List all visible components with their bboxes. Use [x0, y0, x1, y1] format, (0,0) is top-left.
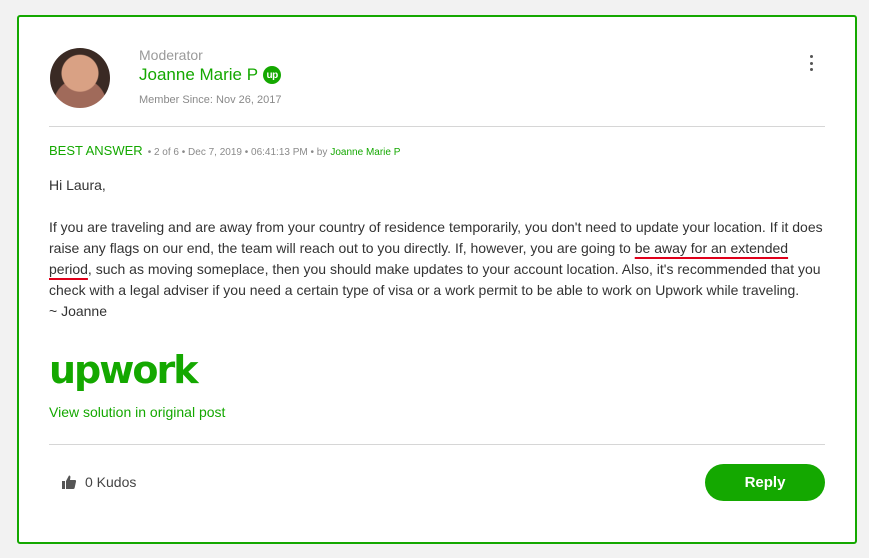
signoff: ~ Joanne	[49, 303, 107, 319]
upwork-badge-icon: up	[263, 66, 282, 84]
more-options-icon[interactable]	[807, 55, 815, 71]
author-role: Moderator	[139, 47, 203, 63]
author-name-link[interactable]: Joanne Marie P	[139, 65, 258, 85]
paragraph-text-cont: , such as moving someplace, then you sho…	[49, 261, 821, 298]
author-row: Joanne Marie P up	[139, 65, 282, 85]
thumbs-up-icon	[62, 475, 77, 489]
member-since: Member Since: Nov 26, 2017	[139, 94, 282, 106]
post-body: Hi Laura, If you are traveling and are a…	[49, 175, 827, 322]
meta-author-link[interactable]: Joanne Marie P	[330, 147, 400, 158]
post-meta-text: • 2 of 6 • Dec 7, 2019 • 06:41:13 PM • b…	[147, 147, 328, 158]
post-card: Moderator Joanne Marie P up Member Since…	[17, 15, 857, 544]
best-answer-label: BEST ANSWER	[49, 143, 143, 158]
reply-button[interactable]: Reply	[705, 464, 825, 501]
kudos-button[interactable]: 0 Kudos	[61, 474, 136, 490]
view-solution-link[interactable]: View solution in original post	[49, 404, 225, 420]
greeting: Hi Laura,	[49, 177, 106, 193]
kebab-dot	[809, 55, 813, 58]
post-meta: BEST ANSWER • 2 of 6 • Dec 7, 2019 • 06:…	[49, 143, 400, 158]
main-paragraph: If you are traveling and are away from y…	[49, 217, 827, 301]
upwork-logo: upwork	[49, 348, 198, 392]
kebab-dot	[809, 68, 813, 71]
avatar[interactable]	[50, 48, 110, 108]
footer-divider	[49, 444, 825, 445]
kebab-dot	[809, 61, 813, 65]
header-divider	[49, 126, 825, 127]
kudos-label: 0 Kudos	[85, 474, 137, 490]
